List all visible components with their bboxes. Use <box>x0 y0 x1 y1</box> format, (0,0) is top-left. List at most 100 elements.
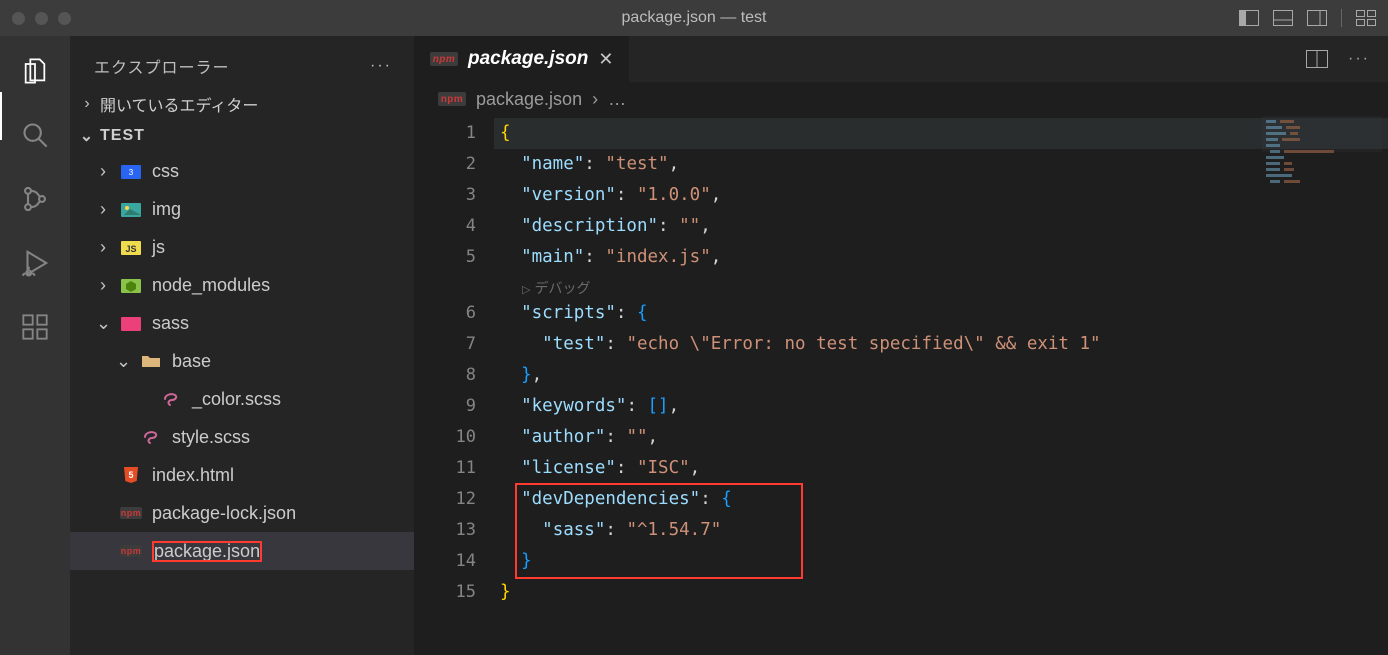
folder-root-section[interactable]: ⌄ TEST <box>70 120 414 152</box>
highlight-box <box>515 483 803 579</box>
breadcrumb-rest: … <box>608 89 626 110</box>
code-line: "main": "index.js", <box>494 242 1388 273</box>
sass-file-icon <box>140 426 162 448</box>
window-title: package.json — test <box>0 9 1388 27</box>
css-folder-icon: 3 <box>120 160 142 182</box>
folder-label: img <box>152 199 181 220</box>
html-file-icon: 5 <box>120 464 142 486</box>
editor-more-icon[interactable]: ··· <box>1348 50 1370 68</box>
extensions-icon[interactable] <box>20 312 50 342</box>
toggle-panel-icon[interactable] <box>1273 8 1293 28</box>
sidebar-title: エクスプローラー <box>94 54 230 78</box>
close-tab-icon[interactable]: ✕ <box>598 49 613 70</box>
toggle-secondary-sidebar-icon[interactable] <box>1307 8 1327 28</box>
toggle-sidebar-icon[interactable] <box>1239 8 1259 28</box>
minimize-window-icon[interactable] <box>35 12 48 25</box>
chevron-right-icon: › <box>96 275 110 296</box>
sidebar-more-icon[interactable]: ··· <box>370 57 392 75</box>
folder-label: base <box>172 351 211 372</box>
sass-folder-icon <box>120 312 142 334</box>
file-label: _color.scss <box>192 389 281 410</box>
file-package-lock[interactable]: npm package-lock.json <box>70 494 414 532</box>
file-index-html[interactable]: 5 index.html <box>70 456 414 494</box>
zoom-window-icon[interactable] <box>58 12 71 25</box>
folder-label: node_modules <box>152 275 270 296</box>
active-view-indicator <box>0 92 2 140</box>
close-window-icon[interactable] <box>12 12 25 25</box>
file-style-scss[interactable]: style.scss <box>70 418 414 456</box>
editor-area: npm package.json ✕ ··· npm package.json … <box>414 36 1388 655</box>
code-line: "scripts": { <box>494 298 1388 329</box>
npm-file-icon: npm <box>120 540 142 562</box>
code-line: "name": "test", <box>494 149 1388 180</box>
code-line: "version": "1.0.0", <box>494 180 1388 211</box>
npm-file-icon: npm <box>438 92 466 106</box>
sidebar-header: エクスプローラー ··· <box>70 36 414 88</box>
chevron-right-icon: › <box>96 161 110 182</box>
js-folder-icon: JS <box>120 236 142 258</box>
explorer-sidebar: エクスプローラー ··· › 開いているエディター ⌄ TEST › 3 css… <box>70 36 414 655</box>
open-editors-label: 開いているエディター <box>100 92 258 116</box>
explorer-icon[interactable] <box>20 56 50 86</box>
chevron-right-icon: › <box>96 237 110 258</box>
file-label: index.html <box>152 465 234 486</box>
code-line: "author": "", <box>494 422 1388 453</box>
folder-label: js <box>152 237 165 258</box>
window-controls <box>12 12 71 25</box>
folder-img[interactable]: › img <box>70 190 414 228</box>
file-package-json[interactable]: npm package.json <box>70 532 414 570</box>
run-debug-icon[interactable] <box>20 248 50 278</box>
source-control-icon[interactable] <box>20 184 50 214</box>
chevron-right-icon: › <box>80 95 94 113</box>
chevron-down-icon: ⌄ <box>80 126 94 146</box>
title-bar: package.json — test <box>0 0 1388 36</box>
breadcrumb-separator: › <box>592 89 598 110</box>
debug-codelens[interactable]: ▷デバッグ <box>494 273 1388 298</box>
code-line: } <box>494 577 1388 608</box>
code-line: "description": "", <box>494 211 1388 242</box>
code-line: }, <box>494 360 1388 391</box>
code-line: "license": "ISC", <box>494 453 1388 484</box>
search-icon[interactable] <box>20 120 50 150</box>
folder-node-modules[interactable]: › node_modules <box>70 266 414 304</box>
img-folder-icon <box>120 198 142 220</box>
npm-file-icon: npm <box>120 502 142 524</box>
open-editors-section[interactable]: › 開いているエディター <box>70 88 414 120</box>
file-color-scss[interactable]: _color.scss <box>70 380 414 418</box>
folder-label: sass <box>152 313 189 334</box>
file-label: style.scss <box>172 427 250 448</box>
file-tree: › 3 css › img › JS js › node_modules ⌄ <box>70 152 414 580</box>
svg-text:5: 5 <box>128 470 133 480</box>
layout-controls <box>1239 8 1376 28</box>
minimap[interactable] <box>1262 116 1382 236</box>
folder-sass[interactable]: ⌄ sass <box>70 304 414 342</box>
line-number-gutter: 1 2 3 4 5 6 7 8 9 10 11 12 13 14 15 <box>414 116 494 655</box>
svg-text:JS: JS <box>125 244 136 254</box>
npm-file-icon: npm <box>430 52 458 66</box>
tab-package-json[interactable]: npm package.json ✕ <box>414 36 630 82</box>
activity-bar <box>0 36 70 655</box>
node-folder-icon <box>120 274 142 296</box>
file-label: package-lock.json <box>152 503 296 524</box>
folder-base[interactable]: ⌄ base <box>70 342 414 380</box>
customize-layout-icon[interactable] <box>1356 8 1376 28</box>
folder-css[interactable]: › 3 css <box>70 152 414 190</box>
folder-label: css <box>152 161 179 182</box>
folder-js[interactable]: › JS js <box>70 228 414 266</box>
chevron-down-icon: ⌄ <box>116 351 130 372</box>
chevron-down-icon: ⌄ <box>96 313 110 334</box>
breadcrumb[interactable]: npm package.json › … <box>414 82 1388 116</box>
code-editor[interactable]: 1 2 3 4 5 6 7 8 9 10 11 12 13 14 15 { "n… <box>414 116 1388 655</box>
code-line: { <box>494 118 1388 149</box>
root-folder-label: TEST <box>100 127 145 145</box>
breadcrumb-file: package.json <box>476 89 582 110</box>
editor-tab-bar: npm package.json ✕ ··· <box>414 36 1388 82</box>
svg-text:3: 3 <box>129 168 134 177</box>
split-editor-icon[interactable] <box>1306 50 1328 68</box>
divider <box>1341 9 1342 27</box>
folder-open-icon <box>140 350 162 372</box>
code-content[interactable]: { "name": "test", "version": "1.0.0", "d… <box>494 116 1388 655</box>
chevron-right-icon: › <box>96 199 110 220</box>
sass-file-icon <box>160 388 182 410</box>
code-line: "keywords": [], <box>494 391 1388 422</box>
